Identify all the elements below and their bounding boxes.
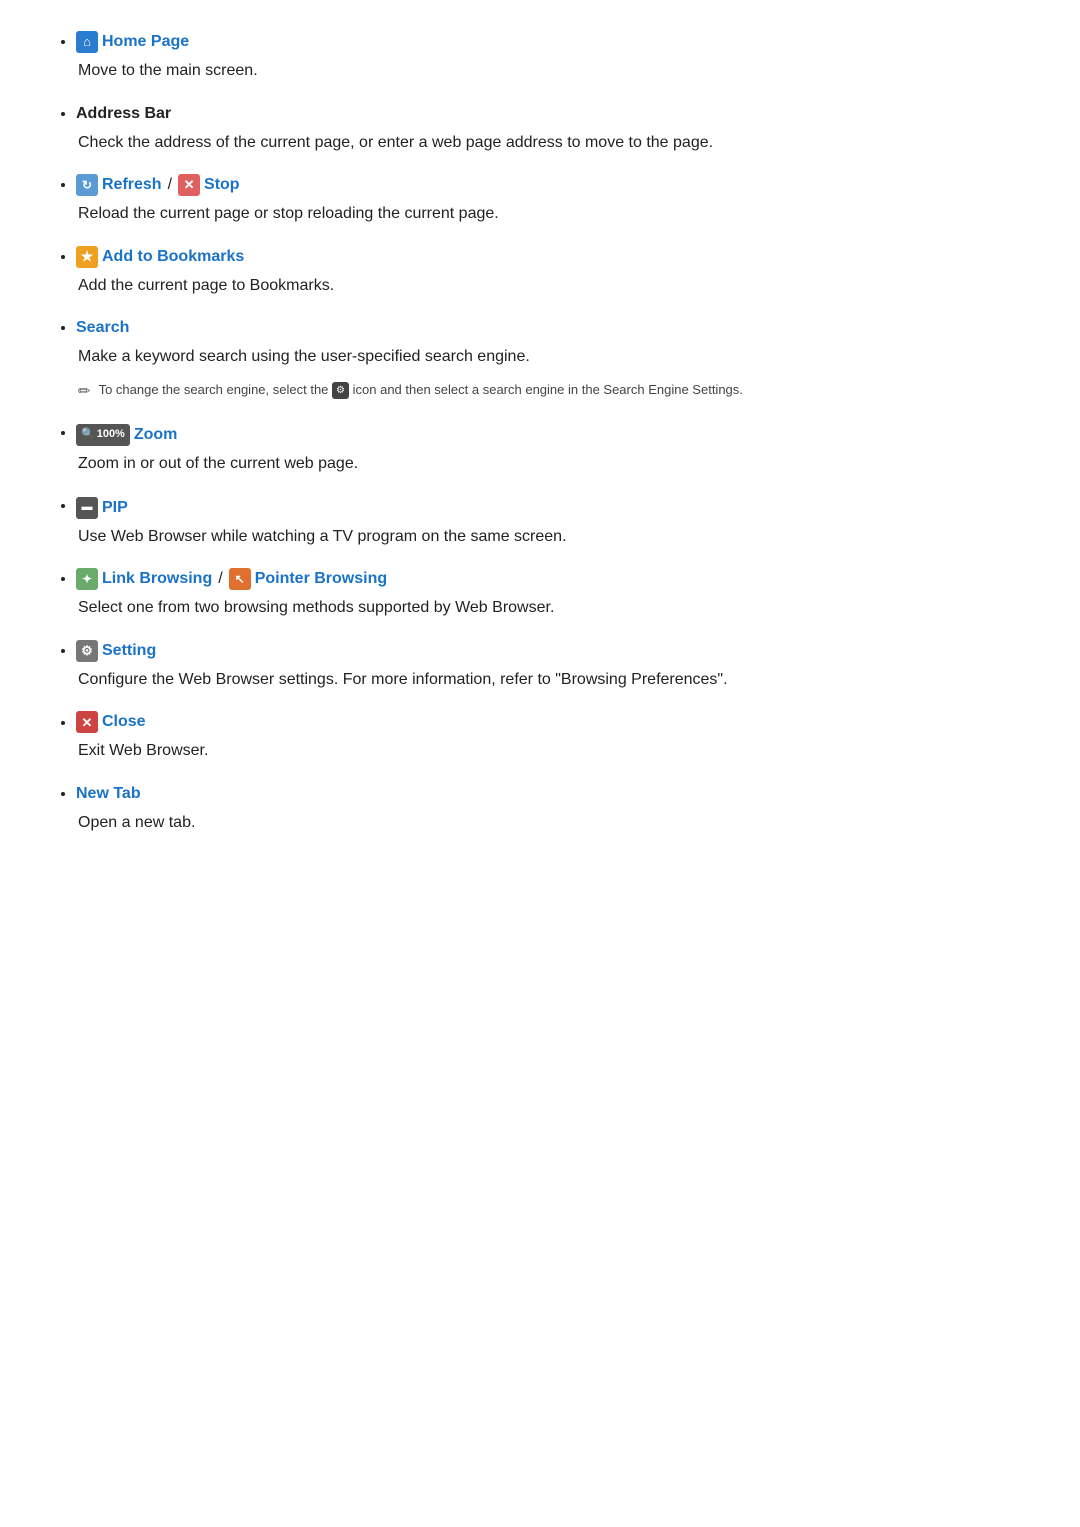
pointer-browsing-icon: ↖ bbox=[229, 568, 251, 590]
list-item-search: Search Make a keyword search using the u… bbox=[76, 316, 1040, 403]
list-item-browsing: ✦ Link Browsing / ↖ Pointer Browsing Sel… bbox=[76, 567, 1040, 621]
list-item-zoom: 🔍 100% Zoom Zoom in or out of the curren… bbox=[76, 421, 1040, 476]
stop-icon: ✕ bbox=[178, 174, 200, 196]
search-note: ✏ To change the search engine, select th… bbox=[78, 380, 1040, 404]
list-item-setting: ⚙ Setting Configure the Web Browser sett… bbox=[76, 639, 1040, 693]
pencil-icon: ✏ bbox=[78, 381, 91, 404]
item-desc-setting: Configure the Web Browser settings. For … bbox=[78, 667, 1040, 693]
item-title-bookmarks: ★ Add to Bookmarks bbox=[76, 245, 1040, 269]
item-desc-zoom: Zoom in or out of the current web page. bbox=[78, 451, 1040, 477]
item-desc-pip: Use Web Browser while watching a TV prog… bbox=[78, 524, 1040, 550]
home-icon: ⌂ bbox=[76, 31, 98, 53]
item-desc-new-tab: Open a new tab. bbox=[78, 810, 1040, 836]
list-item-close: ✕ Close Exit Web Browser. bbox=[76, 710, 1040, 764]
item-title-search: Search bbox=[76, 316, 1040, 340]
zoom-icon: 🔍 100% bbox=[76, 424, 130, 446]
item-desc-bookmarks: Add the current page to Bookmarks. bbox=[78, 273, 1040, 299]
refresh-icon: ↻ bbox=[76, 174, 98, 196]
item-title-zoom: 🔍 100% Zoom bbox=[76, 423, 1040, 447]
item-title-address-bar: Address Bar bbox=[76, 102, 1040, 126]
setting-icon: ⚙ bbox=[76, 640, 98, 662]
item-title-setting: ⚙ Setting bbox=[76, 639, 1040, 663]
item-desc-close: Exit Web Browser. bbox=[78, 738, 1040, 764]
item-title-new-tab: New Tab bbox=[76, 782, 1040, 806]
item-title-pip: ▬ PIP bbox=[76, 496, 1040, 520]
list-item-bookmarks: ★ Add to Bookmarks Add the current page … bbox=[76, 245, 1040, 299]
item-desc-browsing: Select one from two browsing methods sup… bbox=[78, 595, 1040, 621]
item-desc-search: Make a keyword search using the user-spe… bbox=[78, 344, 1040, 370]
list-item-pip: ▬ PIP Use Web Browser while watching a T… bbox=[76, 494, 1040, 549]
item-title-close: ✕ Close bbox=[76, 710, 1040, 734]
list-item-home: ⌂ Home Page Move to the main screen. bbox=[76, 30, 1040, 84]
pip-icon: ▬ bbox=[76, 497, 98, 519]
search-engine-icon: ⚙ bbox=[332, 382, 349, 399]
item-desc-address-bar: Check the address of the current page, o… bbox=[78, 130, 1040, 156]
item-title-home: ⌂ Home Page bbox=[76, 30, 1040, 54]
list-item-address-bar: Address Bar Check the address of the cur… bbox=[76, 102, 1040, 156]
item-desc-home: Move to the main screen. bbox=[78, 58, 1040, 84]
item-desc-refresh-stop: Reload the current page or stop reloadin… bbox=[78, 201, 1040, 227]
item-title-refresh-stop: ↻ Refresh / ✕ Stop bbox=[76, 173, 1040, 197]
list-item-refresh-stop: ↻ Refresh / ✕ Stop Reload the current pa… bbox=[76, 173, 1040, 227]
close-icon: ✕ bbox=[76, 711, 98, 733]
list-item-new-tab: New Tab Open a new tab. bbox=[76, 782, 1040, 836]
search-note-text: To change the search engine, select the … bbox=[99, 380, 743, 400]
feature-list: ⌂ Home Page Move to the main screen. Add… bbox=[40, 30, 1040, 836]
link-browsing-icon: ✦ bbox=[76, 568, 98, 590]
item-title-browsing: ✦ Link Browsing / ↖ Pointer Browsing bbox=[76, 567, 1040, 591]
bookmark-icon: ★ bbox=[76, 246, 98, 268]
